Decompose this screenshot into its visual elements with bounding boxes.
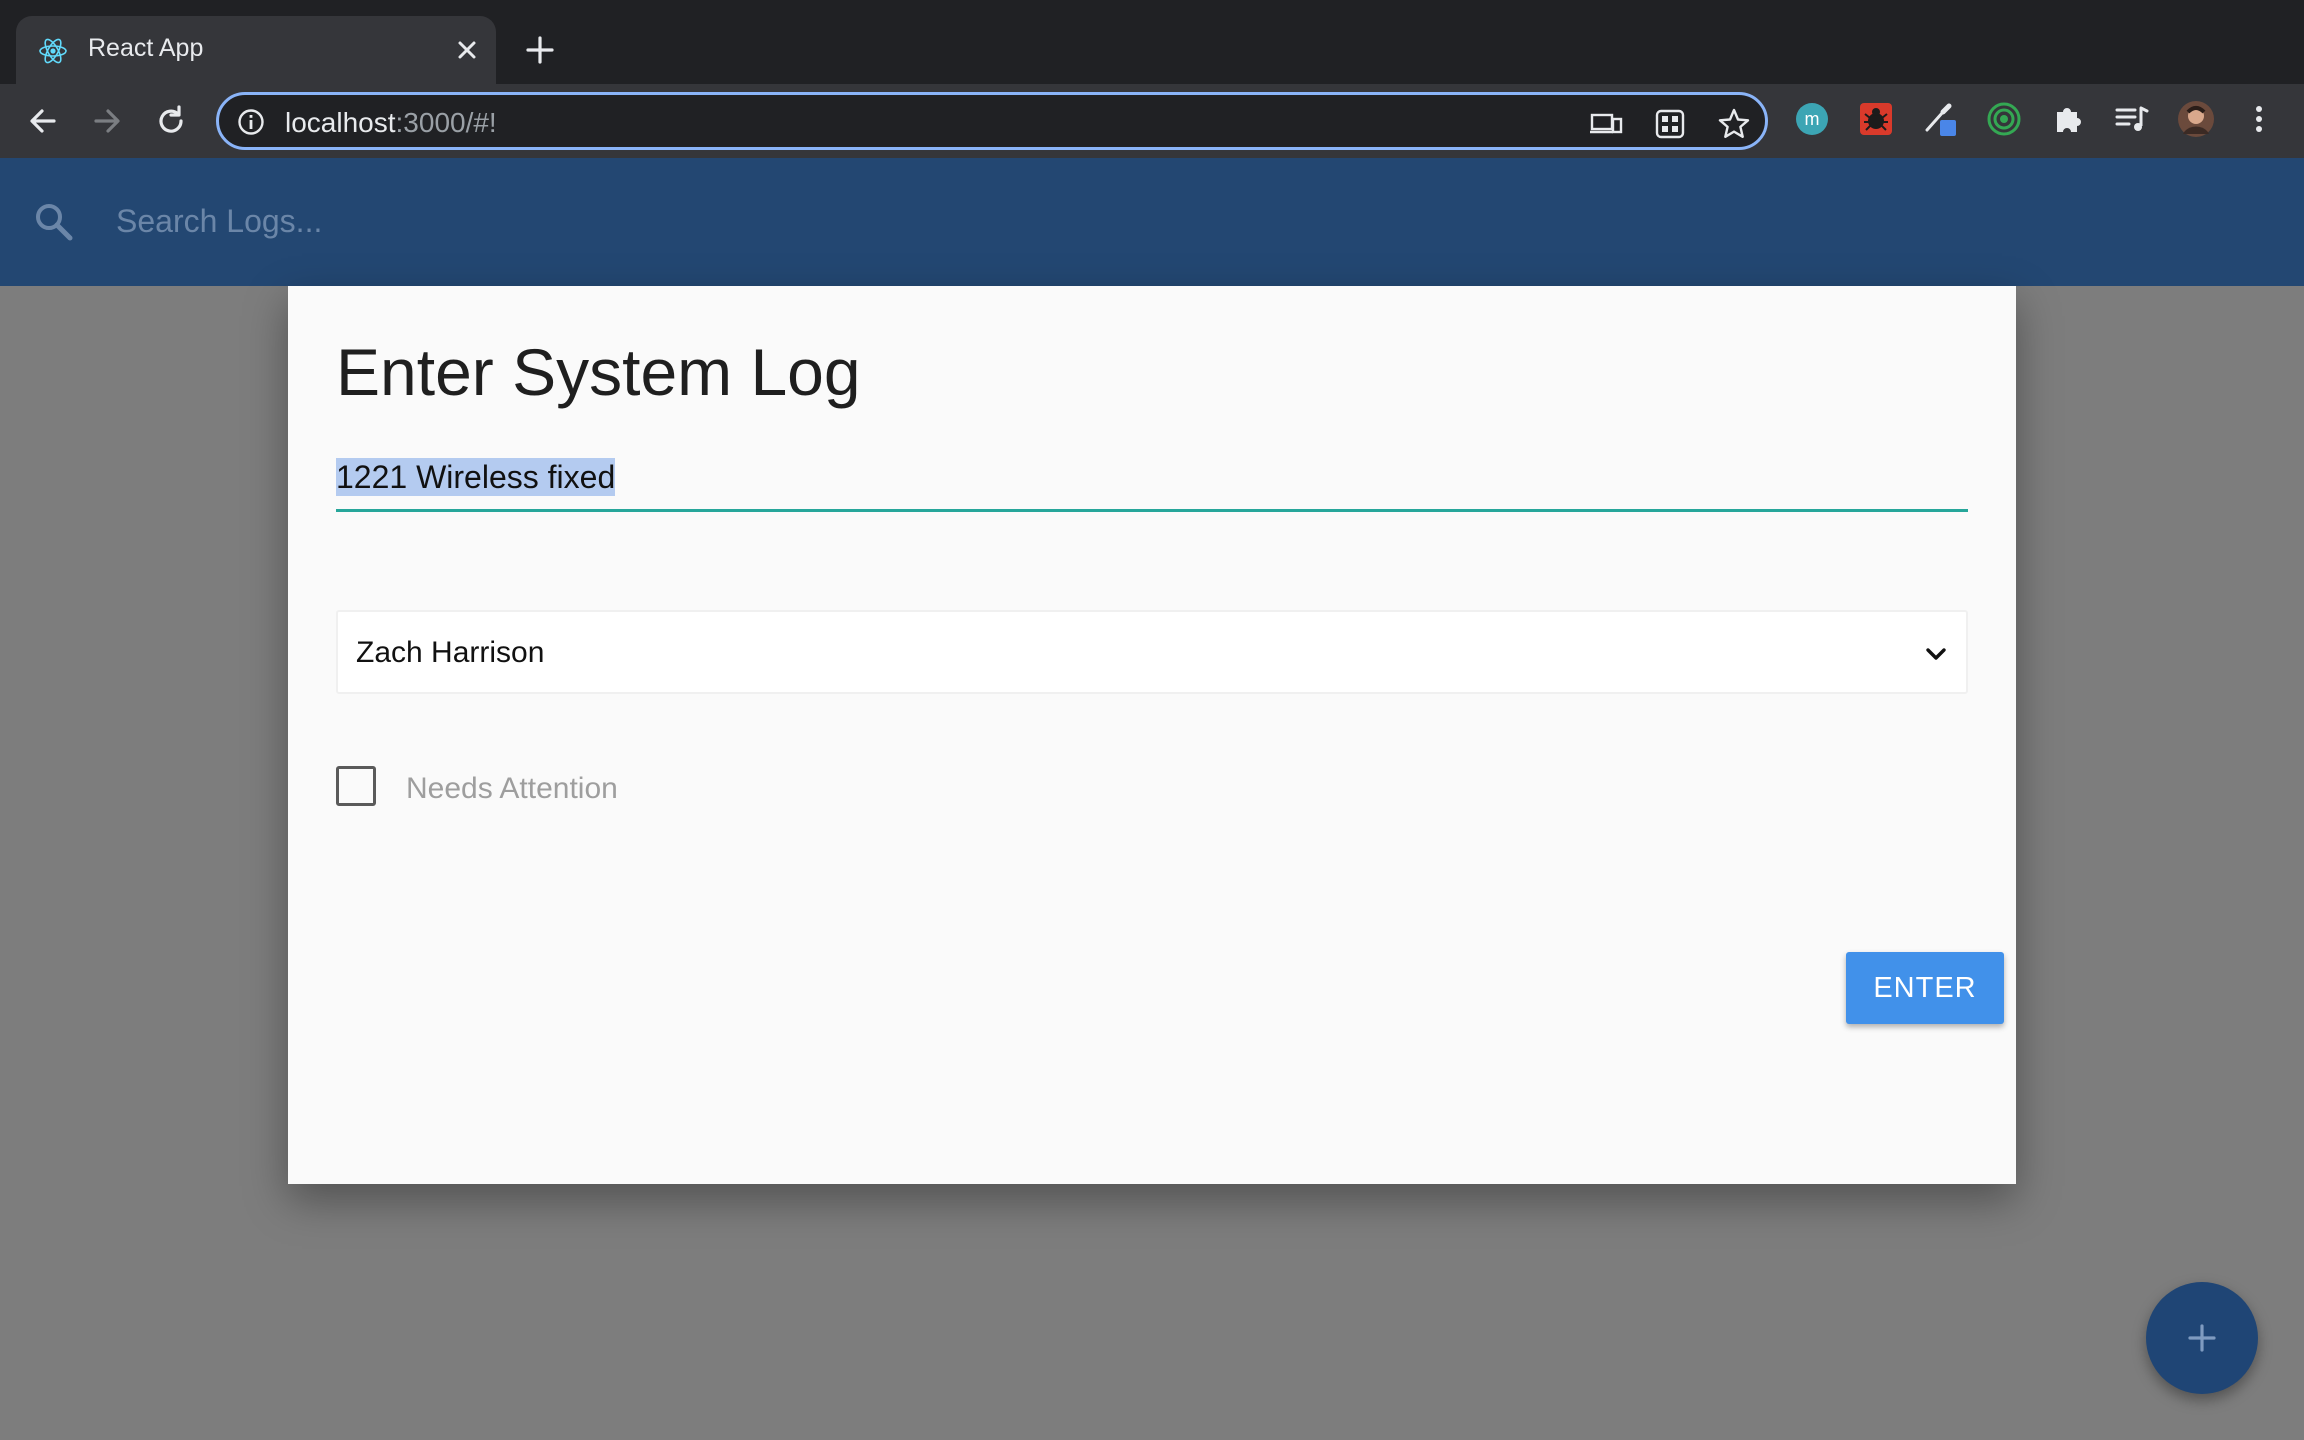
back-arrow-icon[interactable] xyxy=(24,102,62,140)
needs-attention-checkbox[interactable] xyxy=(336,766,376,806)
close-tab-icon[interactable] xyxy=(450,33,484,67)
url-path: :3000/#! xyxy=(395,107,497,138)
qr-code-icon[interactable] xyxy=(1653,107,1687,141)
new-tab-icon[interactable] xyxy=(520,30,560,70)
forward-arrow-icon[interactable] xyxy=(88,102,126,140)
search-icon xyxy=(36,204,73,241)
browser-tab[interactable]: React App xyxy=(16,16,496,84)
needs-attention-label[interactable]: Needs Attention xyxy=(406,772,618,806)
add-log-fab[interactable] xyxy=(2146,1282,2258,1394)
profile-avatar[interactable] xyxy=(2177,100,2215,138)
url-host: localhost xyxy=(285,107,396,138)
chevron-down-icon xyxy=(1926,648,1946,660)
enter-button[interactable]: ENTER xyxy=(1846,952,2004,1024)
log-message-input[interactable]: 1221 Wireless fixed xyxy=(336,446,1968,512)
react-logo-icon xyxy=(39,38,67,64)
reload-icon[interactable] xyxy=(152,102,190,140)
m-extension-icon[interactable]: m xyxy=(1793,100,1831,138)
reading-list-icon[interactable] xyxy=(2113,100,2151,138)
site-info-icon[interactable] xyxy=(237,108,265,136)
modal-title: Enter System Log xyxy=(336,335,861,409)
user-select-value: Zach Harrison xyxy=(356,636,545,669)
search-logs-input[interactable] xyxy=(116,188,1516,254)
puzzle-icon[interactable] xyxy=(2049,100,2087,138)
url-text[interactable]: localhost:3000/#! xyxy=(285,107,497,139)
app-header xyxy=(0,158,2304,286)
bookmark-star-icon[interactable] xyxy=(1717,107,1751,141)
enter-log-modal: Enter System Log 1221 Wireless fixed Zac… xyxy=(288,286,2016,1184)
cast-devices-icon[interactable] xyxy=(1589,107,1623,141)
user-select[interactable]: Zach Harrison xyxy=(336,610,1968,694)
svg-text:m: m xyxy=(1805,109,1820,129)
target-extension-icon[interactable] xyxy=(1985,100,2023,138)
address-bar[interactable]: localhost:3000/#! xyxy=(216,92,1768,150)
plus-icon xyxy=(2188,1324,2216,1352)
eyedropper-extension-icon[interactable] xyxy=(1921,100,1959,138)
tab-title: React App xyxy=(88,34,204,62)
bug-extension-icon[interactable] xyxy=(1857,100,1895,138)
browser-menu-icon[interactable] xyxy=(2242,102,2276,136)
browser-tab-strip: React App xyxy=(0,0,2304,84)
log-message-value: 1221 Wireless fixed xyxy=(336,458,616,496)
